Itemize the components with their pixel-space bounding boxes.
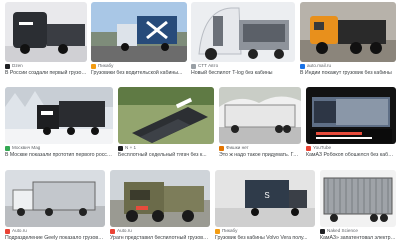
result-title[interactable]: Урагн представил беспилотный грузовик... bbox=[110, 235, 210, 242]
result-thumbnail[interactable] bbox=[110, 170, 210, 227]
image-results-grid: Dzen В России создали первый грузовик...… bbox=[0, 0, 400, 249]
image-result-card[interactable]: auto.mail.ru В Индии покажут грузовик бе… bbox=[300, 2, 396, 82]
result-thumbnail[interactable] bbox=[306, 87, 396, 144]
result-source: Dzen bbox=[5, 63, 23, 69]
result-title[interactable]: Грузовики без водительской кабины... bbox=[91, 70, 187, 77]
result-thumbnail[interactable] bbox=[5, 170, 105, 227]
result-thumbnail[interactable] bbox=[91, 2, 187, 62]
source-favicon-icon bbox=[300, 63, 305, 69]
image-result-card[interactable]: Dzen В России создали первый грузовик... bbox=[5, 2, 87, 82]
result-title[interactable]: В Москве показали прототип первого росси… bbox=[5, 152, 113, 159]
source-favicon-icon bbox=[118, 145, 123, 151]
result-thumbnail[interactable] bbox=[191, 2, 295, 62]
source-favicon-icon bbox=[5, 228, 10, 234]
result-thumbnail[interactable] bbox=[5, 87, 113, 144]
source-favicon-icon bbox=[320, 228, 325, 234]
result-title[interactable]: Это ж надо такое придумать. Грузо... bbox=[219, 152, 301, 159]
image-result-card[interactable]: N + 1 Бесплотный седельный тягач без к..… bbox=[118, 87, 214, 165]
image-result-card[interactable]: Auto.ru Подразделение Geely показало гру… bbox=[5, 170, 105, 248]
source-favicon-icon bbox=[215, 228, 220, 234]
source-favicon-icon bbox=[91, 63, 96, 69]
result-source: Пикабу bbox=[215, 228, 237, 234]
result-thumbnail[interactable] bbox=[300, 2, 396, 62]
result-thumbnail[interactable] bbox=[219, 87, 301, 144]
result-source: YouTube bbox=[306, 145, 331, 151]
result-source: N + 1 bbox=[118, 145, 136, 151]
image-result-card[interactable]: Naked Science КамАЗ» запатентовал электр… bbox=[320, 170, 396, 248]
result-thumbnail[interactable]: S bbox=[215, 170, 315, 227]
result-source: Auto.ru bbox=[110, 228, 132, 234]
result-source: CTT Авто bbox=[191, 63, 218, 69]
image-result-card[interactable]: Москвич Mag В Москве показали прототип п… bbox=[5, 87, 113, 165]
image-result-card[interactable]: Пикабу Грузовики без водительской кабины… bbox=[91, 2, 187, 82]
image-result-card[interactable]: YouTube КамАЗ Робокоп обошелся без кабин… bbox=[306, 87, 396, 165]
scania-logo: S bbox=[264, 191, 269, 200]
result-title[interactable]: КамАЗ» запатентовал электрич... bbox=[320, 235, 396, 242]
result-source: auto.mail.ru bbox=[300, 63, 331, 69]
result-title[interactable]: В Индии покажут грузовик без кабины bbox=[300, 70, 396, 77]
source-favicon-icon bbox=[5, 63, 10, 69]
result-thumbnail[interactable] bbox=[118, 87, 214, 144]
source-favicon-icon bbox=[191, 63, 196, 69]
result-source: Москвич Mag bbox=[5, 145, 40, 151]
result-title[interactable]: Бесплотный седельный тягач без к... bbox=[118, 152, 214, 159]
result-title[interactable]: В России создали первый грузовик... bbox=[5, 70, 87, 77]
source-favicon-icon bbox=[306, 145, 311, 151]
image-result-card[interactable]: Фишки нет Это ж надо такое придумать. Гр… bbox=[219, 87, 301, 165]
result-source: Пикабу bbox=[91, 63, 113, 69]
result-thumbnail[interactable] bbox=[320, 170, 396, 227]
result-source: Naked Science bbox=[320, 228, 358, 234]
image-result-card[interactable]: S Пикабу Грузовик без кабины Volvo Vera … bbox=[215, 170, 315, 248]
result-source: Auto.ru bbox=[5, 228, 27, 234]
result-source: Фишки нет bbox=[219, 145, 249, 151]
source-favicon-icon bbox=[219, 145, 224, 151]
image-result-card[interactable]: CTT Авто Новый беспилот T-log без кабины bbox=[191, 2, 295, 82]
result-title[interactable]: Подразделение Geely показало грузовик... bbox=[5, 235, 105, 242]
result-thumbnail[interactable] bbox=[5, 2, 87, 62]
result-title[interactable]: Новый беспилот T-log без кабины bbox=[191, 70, 295, 77]
result-title[interactable]: Грузовик без кабины Volvo Vera полу... bbox=[215, 235, 315, 242]
result-title[interactable]: КамАЗ Робокоп обошелся без кабины bbox=[306, 152, 396, 159]
source-favicon-icon bbox=[5, 145, 10, 151]
image-result-card[interactable]: Auto.ru Урагн представил беспилотный гру… bbox=[110, 170, 210, 248]
source-favicon-icon bbox=[110, 228, 115, 234]
